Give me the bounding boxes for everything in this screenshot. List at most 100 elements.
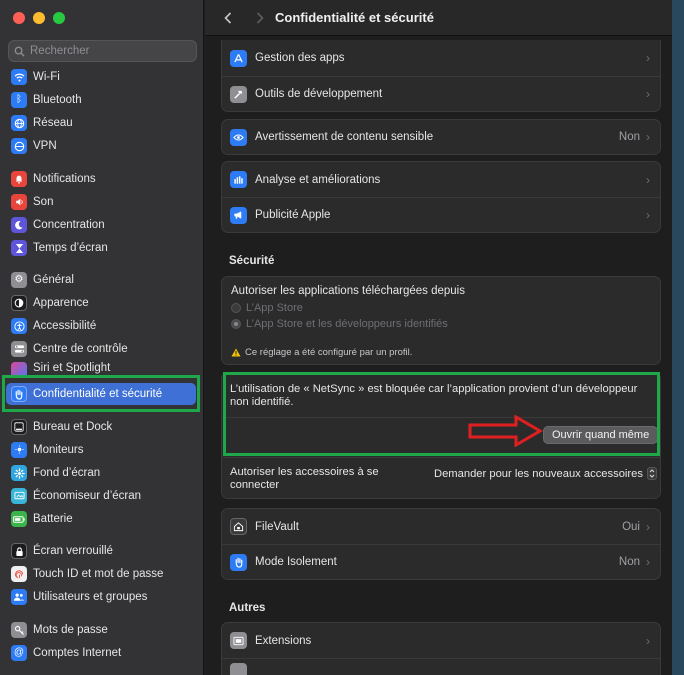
radio-app-store-developers[interactable] [231, 319, 241, 329]
sidebar-item-siri[interactable]: Siri et Spotlight [6, 361, 196, 375]
row-app-management[interactable]: Gestion des apps › [222, 40, 660, 76]
app-icon [230, 662, 247, 675]
sidebar-item-label: Écran verrouillé [33, 545, 113, 557]
sidebar: Rechercher Wi-Fi ᛒ Bluetooth Réseau VPN [0, 0, 204, 675]
row-lockdown-mode[interactable]: Mode Isolement Non › [222, 544, 660, 579]
desktop-background-edge [672, 0, 684, 675]
chevron-right-icon: › [646, 519, 650, 534]
allow-downloads-label: Autoriser les applications téléchargées … [231, 285, 465, 297]
hammer-icon [230, 85, 247, 103]
sidebar-item-touch-id[interactable]: Touch ID et mot de passe [6, 563, 196, 585]
window-controls [13, 12, 65, 24]
sidebar-item-lock-screen[interactable]: Écran verrouillé [6, 540, 196, 562]
others-card: Extensions › [221, 622, 661, 675]
sidebar-item-internet-accounts[interactable]: @ Comptes Internet [6, 642, 196, 664]
warning-icon [231, 348, 241, 357]
sidebar-item-passwords[interactable]: Mots de passe [6, 619, 196, 641]
sidebar-item-privacy-security[interactable]: Confidentialité et sécurité [6, 383, 196, 405]
sidebar-item-battery[interactable]: Batterie [6, 508, 196, 530]
speaker-icon [11, 194, 27, 210]
sidebar-item-network[interactable]: Réseau [6, 112, 196, 134]
dock-icon [11, 419, 27, 435]
option-app-store-developers[interactable]: L’App Store et les développeurs identifi… [231, 318, 448, 330]
close-window-button[interactable] [13, 12, 25, 24]
forward-button[interactable] [251, 9, 269, 27]
row-value: Non [618, 131, 640, 143]
profile-note-text: Ce réglage a été configuré par un profil… [245, 347, 413, 358]
sidebar-item-users-groups[interactable]: Utilisateurs et groupes [6, 586, 196, 608]
option-app-store[interactable]: L’App Store [231, 302, 448, 314]
divider [222, 457, 660, 458]
main-pane: Confidentialité et sécurité Gestion des … [205, 0, 684, 675]
display-icon [11, 442, 27, 458]
sidebar-item-label: Temps d’écran [33, 242, 108, 254]
sidebar-item-label: Économiseur d’écran [33, 490, 142, 502]
option-label: L’App Store et les développeurs identifi… [246, 318, 448, 330]
sidebar-item-wallpaper[interactable]: Fond d’écran [6, 462, 196, 484]
app-store-icon [230, 49, 247, 67]
accessories-popup[interactable]: Demander pour les nouveaux accessoires [434, 467, 657, 480]
sidebar-item-label: Concentration [33, 219, 105, 231]
zoom-window-button[interactable] [53, 12, 65, 24]
sidebar-item-vpn[interactable]: VPN [6, 135, 196, 157]
sidebar-item-label: Bureau et Dock [33, 421, 113, 433]
sidebar-item-general[interactable]: ⚙ Général [6, 269, 196, 291]
sidebar-item-sound[interactable]: Son [6, 191, 196, 213]
sidebar-item-label: Réseau [33, 117, 73, 129]
sidebar-item-accessibility[interactable]: Accessibilité [6, 315, 196, 337]
sidebar-item-bluetooth[interactable]: ᛒ Bluetooth [6, 89, 196, 111]
row-label: Extensions [255, 634, 312, 647]
lock-icon [11, 543, 27, 559]
sidebar-item-label: Son [33, 196, 54, 208]
sidebar-item-label: Touch ID et mot de passe [33, 568, 164, 580]
row-analytics[interactable]: Analyse et améliorations › [222, 162, 660, 197]
chevron-right-icon: › [646, 51, 650, 65]
search-icon [14, 46, 25, 57]
row-filevault[interactable]: FileVault Oui › [222, 509, 660, 544]
sidebar-item-desktop-dock[interactable]: Bureau et Dock [6, 416, 196, 438]
row-value: Oui [622, 520, 640, 533]
row-label: Gestion des apps [255, 52, 345, 64]
search-input[interactable]: Rechercher [8, 40, 197, 62]
row-apple-advertising[interactable]: Publicité Apple › [222, 197, 660, 232]
row-partial[interactable] [222, 658, 660, 675]
sidebar-item-label: Accessibilité [33, 320, 97, 332]
sensitive-content-card: Avertissement de contenu sensible Non › [221, 119, 661, 155]
minimize-window-button[interactable] [33, 12, 45, 24]
row-label: Mode Isolement [255, 556, 337, 568]
open-anyway-button[interactable]: Ouvrir quand même [543, 426, 659, 444]
accessories-label: Autoriser les accessoires à se connecter [230, 466, 379, 491]
blocked-app-card: L’utilisation de « NetSync » est bloquée… [221, 372, 661, 499]
sidebar-item-wifi[interactable]: Wi-Fi [6, 66, 196, 88]
row-label: Avertissement de contenu sensible [255, 131, 434, 143]
sidebar-item-appearance[interactable]: Apparence [6, 292, 196, 314]
section-title-others: Autres [229, 602, 266, 614]
siri-icon [11, 362, 27, 375]
control-center-icon [11, 341, 27, 357]
key-icon [11, 622, 27, 638]
sidebar-item-label: Apparence [33, 297, 89, 309]
bell-icon [11, 171, 27, 187]
sidebar-item-label: Général [33, 274, 74, 286]
row-sensitive-content[interactable]: Avertissement de contenu sensible Non › [222, 120, 660, 154]
wallpaper-icon [11, 465, 27, 481]
sidebar-item-focus[interactable]: Concentration [6, 214, 196, 236]
sidebar-item-control-center[interactable]: Centre de contrôle [6, 338, 196, 360]
red-arrow-annotation [468, 415, 543, 447]
section-title-security: Sécurité [229, 255, 275, 267]
chevron-right-icon: › [646, 87, 650, 101]
row-extensions[interactable]: Extensions › [222, 623, 660, 658]
row-developer-tools[interactable]: Outils de développement › [222, 76, 660, 111]
sidebar-item-screensaver[interactable]: Économiseur d’écran [6, 485, 196, 507]
apps-card: Gestion des apps › Outils de développeme… [221, 40, 661, 112]
back-button[interactable] [219, 9, 237, 27]
bluetooth-icon: ᛒ [11, 92, 27, 108]
sidebar-item-label: Fond d’écran [33, 467, 101, 479]
row-value: Non [618, 556, 640, 568]
radio-app-store[interactable] [231, 303, 241, 313]
sidebar-item-label: Moniteurs [33, 444, 84, 456]
sidebar-item-notifications[interactable]: Notifications [6, 168, 196, 190]
sidebar-item-screen-time[interactable]: Temps d’écran [6, 237, 196, 259]
sidebar-item-label: Centre de contrôle [33, 343, 128, 355]
sidebar-item-displays[interactable]: Moniteurs [6, 439, 196, 461]
